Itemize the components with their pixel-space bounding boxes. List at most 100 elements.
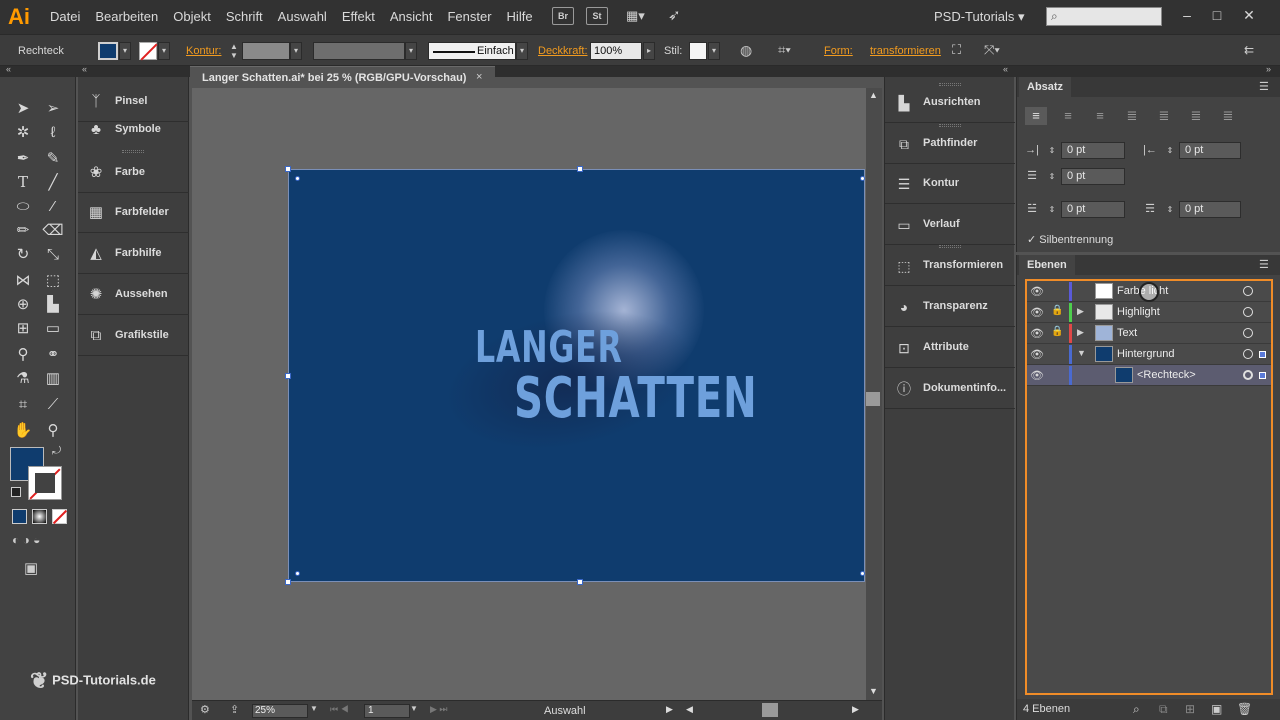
panel-menu-icon[interactable]: ☰ <box>1259 80 1269 93</box>
handle-middle-left[interactable] <box>285 373 291 379</box>
panel-transformieren[interactable]: ⬚ Transformieren <box>885 246 1015 286</box>
hyphenation-checkbox[interactable]: ✓ Silbentrennung <box>1027 233 1113 246</box>
layer-name[interactable]: Hintergrund <box>1117 348 1174 360</box>
indent-left-stepper[interactable]: ⇕ <box>1043 142 1061 159</box>
pencil-tool-icon[interactable]: ✏ <box>12 219 34 241</box>
menu-bearbeiten[interactable]: Bearbeiten <box>95 0 169 34</box>
visibility-eye-icon[interactable]: 👁 <box>1030 306 1044 319</box>
layer-target-icon[interactable] <box>1243 328 1253 338</box>
lock-icon[interactable]: 🔒 <box>1051 305 1063 319</box>
kontur-label[interactable]: Kontur: <box>186 45 221 57</box>
opacity-field[interactable]: 100% <box>590 42 642 60</box>
transform-label[interactable]: transformieren <box>870 45 941 57</box>
new-sublayer-icon[interactable]: ⊞ <box>1185 702 1195 716</box>
scroll-down-icon[interactable]: ▼ <box>869 686 878 696</box>
expand-right-panels-icon[interactable]: « <box>1003 64 1008 74</box>
new-layer-icon[interactable]: ▣ <box>1211 702 1222 716</box>
first-line-indent-field[interactable]: 0 pt <box>1061 168 1125 185</box>
variable-width-field[interactable] <box>313 42 405 60</box>
layer-row[interactable]: 👁 🔒 ▶ Text <box>1027 323 1271 344</box>
panel-grafikstile[interactable]: ⧉ Grafikstile <box>78 316 189 356</box>
arrange-documents-icon[interactable]: ▦▾ <box>626 8 656 24</box>
gradient-mode-icon[interactable] <box>32 509 47 524</box>
variable-width-dropdown[interactable]: ▾ <box>405 42 417 60</box>
column-graph-tool-icon[interactable]: ▥ <box>42 367 64 389</box>
free-transform-tool-icon[interactable]: ⬚ <box>42 269 64 291</box>
curvature-tool-icon[interactable]: ✎ <box>42 147 64 169</box>
scroll-right-icon[interactable]: ▶ <box>852 704 859 715</box>
indent-left-field[interactable]: 0 pt <box>1061 142 1125 159</box>
panel-pathfinder[interactable]: ⧉ Pathfinder <box>885 124 1015 164</box>
close-document-icon[interactable]: × <box>476 71 482 83</box>
visibility-eye-icon[interactable]: 👁 <box>1030 285 1044 298</box>
zoom-dropdown-icon[interactable]: ▼ <box>310 704 318 713</box>
handle-bottom-left[interactable] <box>285 579 291 585</box>
maximize-button[interactable]: □ <box>1202 4 1232 28</box>
layer-name[interactable]: <Rechteck> <box>1137 369 1196 381</box>
paintbrush-tool-icon[interactable]: ⁄ <box>42 195 64 217</box>
panel-aussehen[interactable]: ✺ Aussehen <box>78 275 189 315</box>
search-input[interactable]: ⌕ <box>1046 7 1162 26</box>
zoom-field[interactable]: 25% <box>252 704 308 718</box>
align-left-icon[interactable]: ≡ <box>1025 107 1047 125</box>
width-tool-icon[interactable]: ⋈ <box>12 269 34 291</box>
artboard-dropdown-icon[interactable]: ▼ <box>410 704 418 713</box>
artboard-navigator-icon[interactable]: ⚙ <box>200 703 210 716</box>
close-window-button[interactable]: ✕ <box>1234 4 1264 28</box>
canvas-area[interactable]: LANGER SCHATTEN <box>192 88 866 700</box>
direct-selection-tool-icon[interactable]: ➢ <box>42 97 64 119</box>
handle-top-left[interactable] <box>285 166 291 172</box>
panel-symbole[interactable]: ♣ Symbole <box>78 110 189 150</box>
visibility-eye-icon[interactable]: 👁 <box>1030 348 1044 361</box>
workspace-switcher[interactable]: PSD-Tutorials ▾ <box>934 9 1025 25</box>
stroke-weight-stepper[interactable]: ▲ ▼ <box>228 42 240 60</box>
visibility-eye-icon[interactable]: 👁 <box>1030 327 1044 340</box>
stroke-dropdown[interactable]: ▾ <box>158 42 170 60</box>
handle-bottom-center[interactable] <box>577 579 583 585</box>
symbol-sprayer-tool-icon[interactable]: ⚗ <box>12 367 34 389</box>
panel-attribute[interactable]: ⊡ Attribute <box>885 328 1015 368</box>
none-mode-icon[interactable] <box>52 509 68 525</box>
layer-target-icon[interactable] <box>1243 307 1253 317</box>
anchor-top-right[interactable] <box>860 176 865 181</box>
minimize-button[interactable]: – <box>1172 4 1202 28</box>
type-tool-icon[interactable]: T <box>12 171 34 193</box>
first-line-stepper[interactable]: ⇕ <box>1043 168 1061 185</box>
layer-name[interactable]: Highlight <box>1117 306 1160 318</box>
art-text-schatten[interactable]: SCHATTEN <box>514 366 757 431</box>
form-label[interactable]: Form: <box>824 45 853 57</box>
absatz-tab[interactable]: Absatz <box>1019 77 1072 97</box>
status-menu-icon[interactable]: ▶ <box>666 704 673 715</box>
draw-mode-icons[interactable]: ◐ ◑ ◒ <box>12 533 68 549</box>
bridge-button[interactable]: Br <box>552 7 574 25</box>
locate-object-icon[interactable]: ⌕ <box>1133 702 1140 717</box>
gpu-performance-icon[interactable]: ➶ <box>668 6 688 26</box>
selection-indicator[interactable] <box>1259 351 1266 358</box>
isolate-icon[interactable]: ⛶ <box>952 42 970 60</box>
layer-row[interactable]: 👁 🔒 ▶ Highlight <box>1027 302 1271 323</box>
menu-ansicht[interactable]: Ansicht <box>390 0 444 34</box>
scale-tool-icon[interactable]: ⤡ <box>42 243 64 265</box>
layer-target-icon[interactable] <box>1243 286 1253 296</box>
menu-datei[interactable]: Datei <box>50 0 91 34</box>
align-right-icon[interactable]: ≡ <box>1089 107 1111 125</box>
panel-verlauf[interactable]: ▭ Verlauf <box>885 205 1015 245</box>
perspective-grid-tool-icon[interactable]: ▙ <box>42 293 64 315</box>
ebenen-tab[interactable]: Ebenen <box>1019 255 1075 275</box>
color-mode-icon[interactable] <box>12 509 27 524</box>
default-colors-icon[interactable] <box>11 487 21 497</box>
expand-arrow-icon[interactable]: ▶ <box>1077 306 1087 318</box>
fill-color-swatch[interactable] <box>98 42 118 60</box>
scroll-up-icon[interactable]: ▲ <box>869 90 878 100</box>
justify-left-icon[interactable]: ≣ <box>1121 107 1143 125</box>
scroll-left-icon[interactable]: ◀ <box>686 704 693 715</box>
swap-colors-icon[interactable]: ⤾ <box>52 445 61 458</box>
delete-layer-icon[interactable]: 🗑 <box>1237 702 1252 716</box>
selection-tool-icon[interactable]: ➤ <box>12 97 34 119</box>
graphic-style-swatch[interactable] <box>689 42 707 60</box>
screen-mode-icon[interactable]: ▣ <box>24 559 48 577</box>
graphic-style-dropdown[interactable]: ▾ <box>708 42 720 60</box>
indent-right-field[interactable]: 0 pt <box>1179 142 1241 159</box>
collapse-arrow-icon[interactable]: ▼ <box>1077 348 1087 360</box>
artboard[interactable]: LANGER SCHATTEN <box>288 169 865 582</box>
